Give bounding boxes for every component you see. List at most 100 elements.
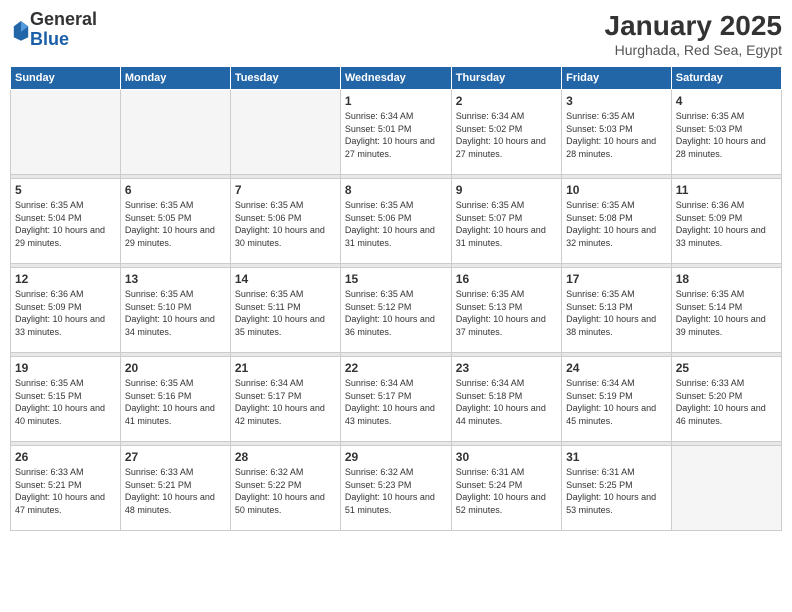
day-cell: 27 Sunrise: 6:33 AMSunset: 5:21 PMDayligh… [120,446,230,531]
day-number: 1 [345,94,447,108]
day-number: 13 [125,272,226,286]
page: General Blue January 2025 Hurghada, Red … [0,0,792,612]
day-cell: 26Sunrise: 6:33 AMSunset: 5:21 PMDayligh… [11,446,121,531]
weekday-header-friday: Friday [562,67,672,90]
logo-blue-text: Blue [30,30,97,50]
day-info: Sunrise: 6:35 AMSunset: 5:06 PMDaylight:… [345,199,447,249]
day-info: Sunrise: 6:34 AMSunset: 5:18 PMDaylight:… [456,377,557,427]
logo-icon [12,19,30,41]
day-cell [120,90,230,175]
week-row-2: 12Sunrise: 6:36 AMSunset: 5:09 PMDayligh… [11,268,782,353]
day-info: Sunrise: 6:35 AMSunset: 5:12 PMDaylight:… [345,288,447,338]
day-number: 21 [235,361,336,375]
day-number: 29 [345,450,447,464]
header: General Blue January 2025 Hurghada, Red … [10,10,782,58]
day-cell: 29 Sunrise: 6:32 AMSunset: 5:23 PMDayligh… [340,446,451,531]
day-number: 11 [676,183,777,197]
day-cell: 31 Sunrise: 6:31 AMSunset: 5:25 PMDayligh… [562,446,672,531]
week-row-0: 1 Sunrise: 6:34 AMSunset: 5:01 PMDaylight… [11,90,782,175]
day-info: Sunrise: 6:35 AMSunset: 5:05 PMDaylight:… [125,199,226,249]
day-cell: 22Sunrise: 6:34 AMSunset: 5:17 PMDayligh… [340,357,451,442]
day-info: Sunrise: 6:32 AMSunset: 5:23 PMDaylight:… [345,466,447,516]
week-row-3: 19 Sunrise: 6:35 AMSunset: 5:15 PMDayligh… [11,357,782,442]
calendar-subtitle: Hurghada, Red Sea, Egypt [605,42,782,58]
day-cell: 12Sunrise: 6:36 AMSunset: 5:09 PMDayligh… [11,268,121,353]
weekday-header-tuesday: Tuesday [230,67,340,90]
day-cell: 13 Sunrise: 6:35 AMSunset: 5:10 PMDayligh… [120,268,230,353]
day-cell: 14 Sunrise: 6:35 AMSunset: 5:11 PMDayligh… [230,268,340,353]
day-info: Sunrise: 6:35 AMSunset: 5:03 PMDaylight:… [676,110,777,160]
day-number: 14 [235,272,336,286]
day-cell: 6 Sunrise: 6:35 AMSunset: 5:05 PMDaylight… [120,179,230,264]
calendar-title: January 2025 [605,10,782,42]
day-number: 9 [456,183,557,197]
logo-text: General Blue [30,10,97,50]
day-info: Sunrise: 6:31 AMSunset: 5:25 PMDaylight:… [566,466,667,516]
day-info: Sunrise: 6:34 AMSunset: 5:02 PMDaylight:… [456,110,557,160]
day-cell: 8Sunrise: 6:35 AMSunset: 5:06 PMDaylight… [340,179,451,264]
weekday-header-sunday: Sunday [11,67,121,90]
logo-general-text: General [30,10,97,30]
day-number: 2 [456,94,557,108]
day-number: 3 [566,94,667,108]
day-cell: 30 Sunrise: 6:31 AMSunset: 5:24 PMDayligh… [451,446,561,531]
day-cell: 7Sunrise: 6:35 AMSunset: 5:06 PMDaylight… [230,179,340,264]
day-info: Sunrise: 6:36 AMSunset: 5:09 PMDaylight:… [15,288,116,338]
day-cell: 23 Sunrise: 6:34 AMSunset: 5:18 PMDayligh… [451,357,561,442]
day-number: 4 [676,94,777,108]
week-row-1: 5 Sunrise: 6:35 AMSunset: 5:04 PMDaylight… [11,179,782,264]
day-info: Sunrise: 6:33 AMSunset: 5:20 PMDaylight:… [676,377,777,427]
day-info: Sunrise: 6:35 AMSunset: 5:10 PMDaylight:… [125,288,226,338]
day-info: Sunrise: 6:32 AMSunset: 5:22 PMDaylight:… [235,466,336,516]
day-number: 23 [456,361,557,375]
day-cell: 25Sunrise: 6:33 AMSunset: 5:20 PMDayligh… [671,357,781,442]
day-cell: 24Sunrise: 6:34 AMSunset: 5:19 PMDayligh… [562,357,672,442]
title-block: January 2025 Hurghada, Red Sea, Egypt [605,10,782,58]
day-cell: 3 Sunrise: 6:35 AMSunset: 5:03 PMDaylight… [562,90,672,175]
day-number: 26 [15,450,116,464]
day-number: 17 [566,272,667,286]
weekday-header-row: SundayMondayTuesdayWednesdayThursdayFrid… [11,67,782,90]
day-info: Sunrise: 6:35 AMSunset: 5:13 PMDaylight:… [456,288,557,338]
day-cell: 1 Sunrise: 6:34 AMSunset: 5:01 PMDaylight… [340,90,451,175]
day-cell [11,90,121,175]
day-cell: 2 Sunrise: 6:34 AMSunset: 5:02 PMDaylight… [451,90,561,175]
day-number: 19 [15,361,116,375]
day-number: 31 [566,450,667,464]
day-info: Sunrise: 6:34 AMSunset: 5:17 PMDaylight:… [345,377,447,427]
weekday-header-saturday: Saturday [671,67,781,90]
weekday-header-wednesday: Wednesday [340,67,451,90]
day-cell: 21 Sunrise: 6:34 AMSunset: 5:17 PMDayligh… [230,357,340,442]
weekday-header-thursday: Thursday [451,67,561,90]
day-info: Sunrise: 6:34 AMSunset: 5:19 PMDaylight:… [566,377,667,427]
day-info: Sunrise: 6:35 AMSunset: 5:04 PMDaylight:… [15,199,116,249]
day-number: 15 [345,272,447,286]
day-info: Sunrise: 6:35 AMSunset: 5:08 PMDaylight:… [566,199,667,249]
day-number: 27 [125,450,226,464]
day-info: Sunrise: 6:35 AMSunset: 5:15 PMDaylight:… [15,377,116,427]
day-cell [230,90,340,175]
day-number: 28 [235,450,336,464]
day-cell: 28 Sunrise: 6:32 AMSunset: 5:22 PMDayligh… [230,446,340,531]
day-info: Sunrise: 6:34 AMSunset: 5:01 PMDaylight:… [345,110,447,160]
day-cell: 16Sunrise: 6:35 AMSunset: 5:13 PMDayligh… [451,268,561,353]
day-number: 7 [235,183,336,197]
day-cell: 15 Sunrise: 6:35 AMSunset: 5:12 PMDayligh… [340,268,451,353]
day-cell: 18Sunrise: 6:35 AMSunset: 5:14 PMDayligh… [671,268,781,353]
logo: General Blue [10,10,97,50]
day-number: 6 [125,183,226,197]
day-number: 30 [456,450,557,464]
day-number: 20 [125,361,226,375]
day-info: Sunrise: 6:33 AMSunset: 5:21 PMDaylight:… [125,466,226,516]
calendar-table: SundayMondayTuesdayWednesdayThursdayFrid… [10,66,782,531]
day-cell: 5 Sunrise: 6:35 AMSunset: 5:04 PMDaylight… [11,179,121,264]
day-info: Sunrise: 6:35 AMSunset: 5:03 PMDaylight:… [566,110,667,160]
day-info: Sunrise: 6:35 AMSunset: 5:07 PMDaylight:… [456,199,557,249]
day-info: Sunrise: 6:31 AMSunset: 5:24 PMDaylight:… [456,466,557,516]
day-cell: 20 Sunrise: 6:35 AMSunset: 5:16 PMDayligh… [120,357,230,442]
day-info: Sunrise: 6:34 AMSunset: 5:17 PMDaylight:… [235,377,336,427]
day-info: Sunrise: 6:35 AMSunset: 5:16 PMDaylight:… [125,377,226,427]
day-number: 5 [15,183,116,197]
day-number: 10 [566,183,667,197]
day-info: Sunrise: 6:35 AMSunset: 5:11 PMDaylight:… [235,288,336,338]
